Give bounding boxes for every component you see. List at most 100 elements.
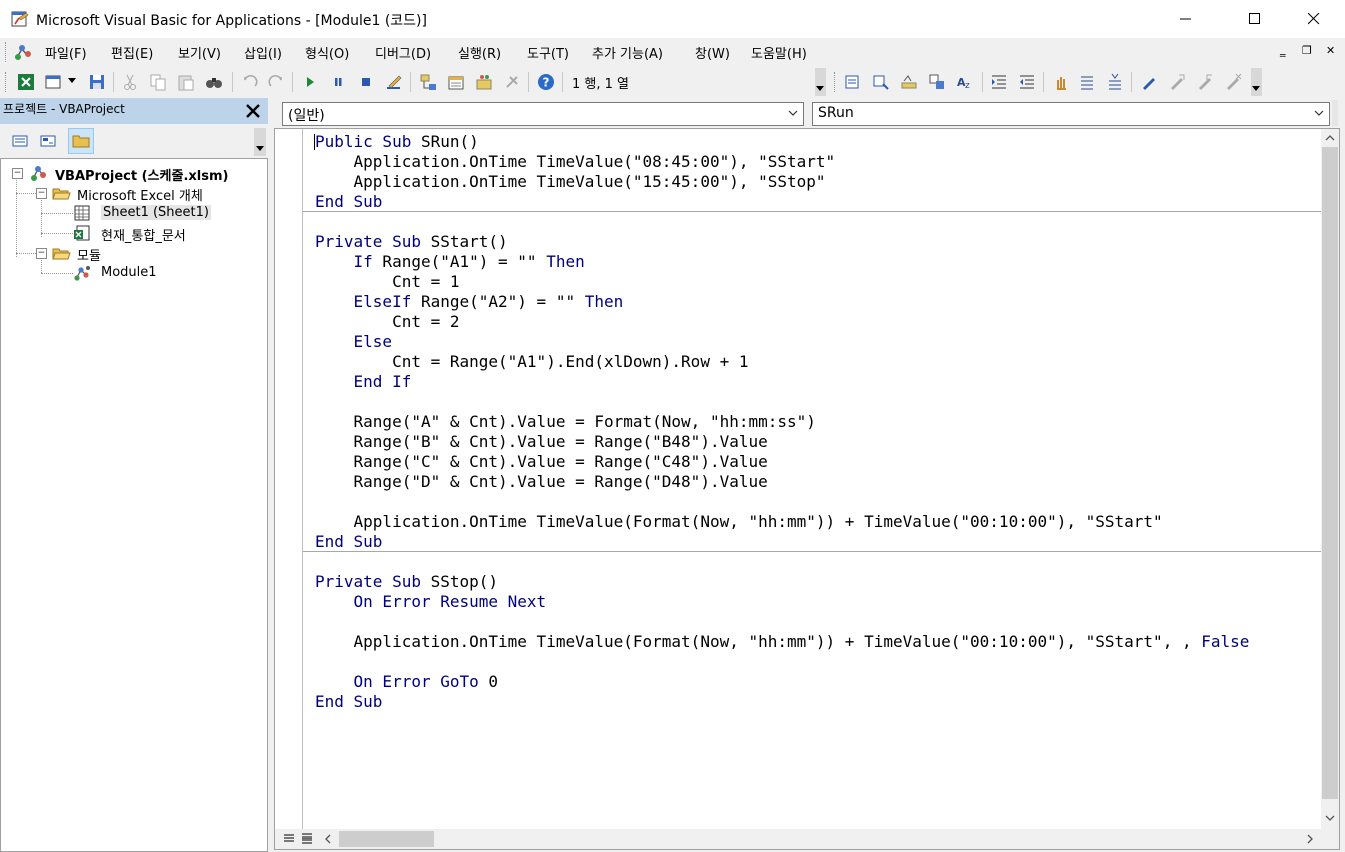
list-properties-icon[interactable]	[843, 72, 863, 92]
code-text[interactable]: Public Sub SRun() Application.OnTime Tim…	[315, 132, 1249, 712]
code-line[interactable]: End Sub	[315, 692, 1249, 712]
toolbox-icon[interactable]	[502, 72, 522, 92]
edit-toolbar-grip[interactable]	[834, 72, 838, 92]
toggle-bookmark-icon[interactable]	[1139, 72, 1159, 92]
code-line[interactable]: Range("B" & Cnt).Value = Range("B48").Va…	[315, 432, 1249, 452]
view-object-icon[interactable]	[35, 128, 61, 154]
combo-splitter[interactable]	[1332, 100, 1338, 126]
list-constants-icon[interactable]	[871, 72, 891, 92]
quick-info-icon[interactable]	[899, 72, 919, 92]
edit-toolbar-options-button[interactable]	[1251, 68, 1262, 96]
code-line[interactable]	[315, 392, 1249, 412]
code-line[interactable]: If Range("A1") = "" Then	[315, 252, 1249, 272]
find-icon[interactable]	[204, 72, 224, 92]
code-line[interactable]	[315, 212, 1249, 232]
horizontal-scroll-thumb[interactable]	[339, 831, 434, 847]
code-line[interactable]: Application.OnTime TimeValue(Format(Now,…	[315, 512, 1249, 532]
procedure-view-icon[interactable]	[281, 831, 297, 847]
vertical-scroll-thumb[interactable]	[1322, 147, 1338, 799]
code-line[interactable]: Public Sub SRun()	[315, 132, 1249, 152]
menu-view[interactable]: 보기(V)	[178, 43, 221, 62]
menu-format[interactable]: 형식(O)	[305, 43, 349, 62]
code-line[interactable]: Private Sub SStop()	[315, 572, 1249, 592]
menu-debug[interactable]: 디버그(D)	[375, 43, 431, 62]
code-line[interactable]: End Sub	[315, 532, 1249, 552]
paste-icon[interactable]	[176, 72, 196, 92]
run-icon[interactable]	[300, 72, 320, 92]
menu-addins[interactable]: 추가 기능(A)	[592, 43, 663, 62]
toggle-breakpoint-icon[interactable]	[1051, 72, 1071, 92]
code-line[interactable]: End If	[315, 372, 1249, 392]
menu-run[interactable]: 실행(R)	[458, 43, 501, 62]
maximize-button[interactable]	[1232, 0, 1278, 38]
code-line[interactable]: Application.OnTime TimeValue("15:45:00")…	[315, 172, 1249, 192]
tree-item-modules[interactable]: − 모듈	[31, 243, 231, 264]
menu-grip[interactable]	[5, 42, 9, 62]
menu-help[interactable]: 도움말(H)	[751, 43, 807, 62]
cut-icon[interactable]	[120, 72, 140, 92]
collapse-icon[interactable]: −	[36, 188, 47, 199]
toolbar-options-button[interactable]	[815, 68, 826, 96]
scroll-left-icon[interactable]	[323, 833, 333, 845]
close-button[interactable]	[1291, 0, 1337, 38]
properties-window-icon[interactable]	[446, 72, 466, 92]
code-line[interactable]: On Error Resume Next	[315, 592, 1249, 612]
menu-insert[interactable]: 삽입(I)	[244, 43, 282, 62]
next-bookmark-icon[interactable]	[1167, 72, 1187, 92]
excel-view-icon[interactable]	[13, 41, 35, 63]
collapse-icon[interactable]: −	[36, 248, 47, 259]
copy-icon[interactable]	[148, 72, 168, 92]
code-line[interactable]: On Error GoTo 0	[315, 672, 1249, 692]
code-line[interactable]: ElseIf Range("A2") = "" Then	[315, 292, 1249, 312]
dropdown-arrow-icon[interactable]	[68, 78, 77, 84]
mdi-close-button[interactable]: ✕	[1326, 44, 1335, 57]
redo-icon[interactable]	[266, 72, 286, 92]
parameter-info-icon[interactable]	[927, 72, 947, 92]
tree-item-workbook[interactable]: 현재_통합_문서	[73, 223, 223, 244]
scroll-right-icon[interactable]	[1305, 833, 1315, 845]
view-code-icon[interactable]	[7, 128, 33, 154]
project-toolbar-options[interactable]	[254, 128, 266, 156]
comment-block-icon[interactable]	[1077, 72, 1097, 92]
previous-bookmark-icon[interactable]	[1195, 72, 1215, 92]
menu-tools[interactable]: 도구(T)	[527, 43, 569, 62]
tree-item-vbaproject[interactable]: − VBAProject (스케줄.xlsm)	[11, 163, 261, 184]
menu-window[interactable]: 창(W)	[695, 43, 730, 62]
code-line[interactable]	[315, 612, 1249, 632]
menu-edit[interactable]: 편집(E)	[111, 43, 153, 62]
complete-word-icon[interactable]: Az	[955, 72, 975, 92]
minimize-button[interactable]	[1163, 0, 1209, 38]
mdi-minimize-button[interactable]: ‗	[1280, 44, 1286, 57]
toggle-folders-button[interactable]	[68, 128, 94, 154]
object-browser-icon[interactable]	[474, 72, 494, 92]
code-line[interactable]: End Sub	[315, 192, 1249, 212]
indent-icon[interactable]	[989, 72, 1009, 92]
code-line[interactable]	[315, 552, 1249, 572]
code-line[interactable]: Cnt = Range("A1").End(xlDown).Row + 1	[315, 352, 1249, 372]
code-line[interactable]: Else	[315, 332, 1249, 352]
code-line[interactable]: Application.OnTime TimeValue(Format(Now,…	[315, 632, 1250, 652]
code-margin[interactable]	[275, 129, 303, 829]
project-close-button[interactable]	[242, 100, 264, 122]
help-icon[interactable]: ?	[536, 72, 556, 92]
clear-bookmarks-icon[interactable]	[1223, 72, 1243, 92]
uncomment-block-icon[interactable]	[1105, 72, 1125, 92]
scroll-down-icon[interactable]	[1324, 813, 1336, 823]
code-line[interactable]: Cnt = 1	[315, 272, 1249, 292]
code-line[interactable]	[315, 492, 1249, 512]
procedure-combo[interactable]: SRun	[812, 102, 1330, 126]
undo-icon[interactable]	[240, 72, 260, 92]
design-mode-icon[interactable]	[384, 72, 404, 92]
tree-item-excel-objects[interactable]: − Microsoft Excel 개체	[31, 183, 251, 204]
toolbar-grip[interactable]	[5, 72, 9, 92]
code-line[interactable]: Range("A" & Cnt).Value = Format(Now, "hh…	[315, 412, 1249, 432]
project-explorer-icon[interactable]	[418, 72, 438, 92]
code-line[interactable]	[315, 652, 1249, 672]
code-line[interactable]: Range("C" & Cnt).Value = Range("C48").Va…	[315, 452, 1249, 472]
code-line[interactable]: Application.OnTime TimeValue("08:45:00")…	[315, 152, 1249, 172]
collapse-icon[interactable]: −	[12, 168, 23, 179]
outdent-icon[interactable]	[1017, 72, 1037, 92]
full-module-view-icon[interactable]	[299, 831, 315, 847]
vertical-scrollbar[interactable]	[1321, 129, 1339, 829]
object-combo[interactable]: (일반)	[282, 102, 804, 126]
